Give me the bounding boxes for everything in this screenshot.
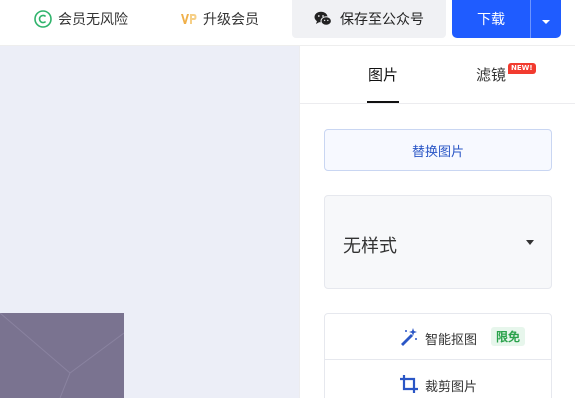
limited-free-badge: 限免 (491, 327, 526, 346)
crop-image-button[interactable]: 裁剪图片 (325, 361, 551, 398)
canvas-image[interactable] (0, 313, 124, 398)
download-button[interactable]: 下载 (452, 0, 530, 38)
upgrade-member-link[interactable]: 升级会员 (180, 0, 259, 38)
wechat-icon (314, 11, 332, 27)
download-options-button[interactable] (531, 0, 561, 38)
crop-icon (399, 374, 419, 394)
save-to-wechat-button[interactable]: 保存至公众号 (292, 0, 446, 38)
top-toolbar: 会员无风险 升级会员 保存至公众号 下载 (0, 0, 575, 46)
tab-filter[interactable]: 滤镜 (476, 64, 506, 85)
active-tab-indicator (367, 101, 399, 103)
member-no-risk-label: 会员无风险 (58, 12, 128, 28)
style-select-value: 无样式 (343, 236, 397, 257)
replace-image-button[interactable]: 替换图片 (324, 129, 552, 171)
upgrade-member-label: 升级会员 (203, 12, 259, 28)
right-panel: 图片 滤镜 NEW! 替换图片 无样式 智能抠图 限免 裁剪图片 (299, 46, 575, 398)
smart-cutout-label: 智能抠图 (425, 333, 478, 348)
panel-tabs: 图片 滤镜 NEW! (300, 46, 575, 104)
tab-image[interactable]: 图片 (368, 64, 398, 85)
download-label: 下载 (477, 12, 505, 28)
magic-wand-icon (399, 327, 419, 347)
new-badge: NEW! (508, 63, 536, 74)
download-button-group: 下载 (452, 0, 561, 38)
copyright-circle-icon (34, 10, 52, 28)
crop-image-label: 裁剪图片 (425, 380, 478, 395)
vip-crown-icon (180, 12, 197, 26)
caret-down-icon (526, 240, 534, 245)
style-select[interactable]: 无样式 (324, 195, 552, 289)
caret-down-icon (541, 10, 551, 29)
replace-image-label: 替换图片 (411, 144, 464, 160)
save-to-wechat-label: 保存至公众号 (340, 12, 424, 28)
smart-cutout-button[interactable]: 智能抠图 限免 (325, 314, 551, 360)
editor-canvas[interactable] (0, 46, 299, 398)
member-no-risk-link[interactable]: 会员无风险 (34, 0, 128, 38)
image-tools-list: 智能抠图 限免 裁剪图片 (324, 313, 552, 398)
